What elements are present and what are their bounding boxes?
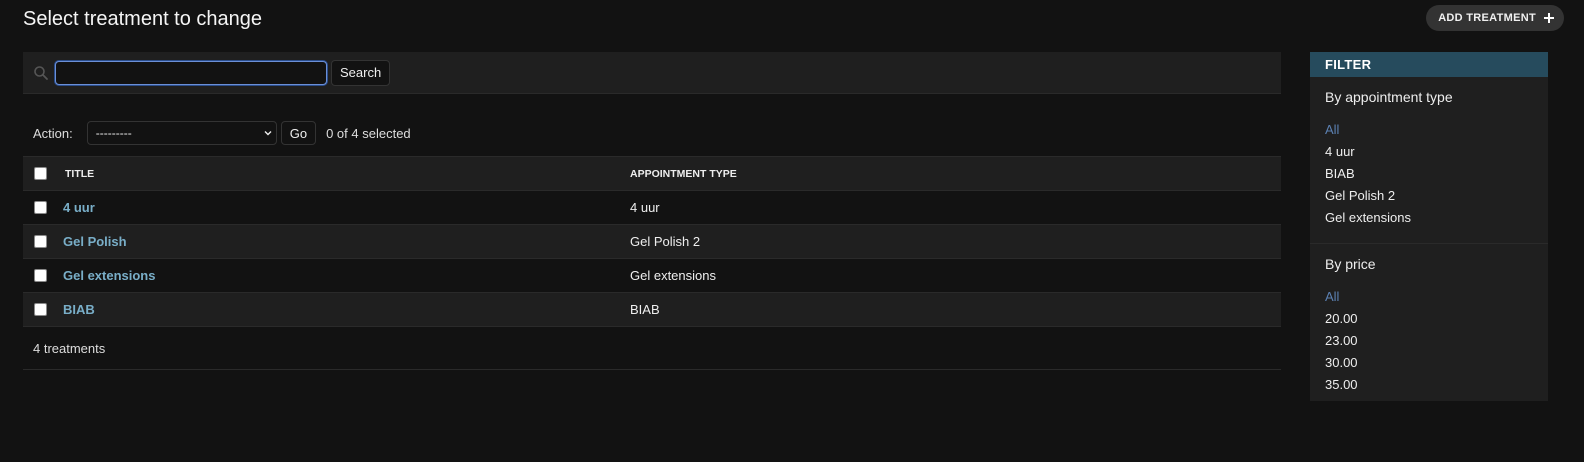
filter-section-title: By appointment type	[1325, 89, 1453, 105]
filter-option[interactable]: Gel extensions	[1325, 207, 1533, 229]
action-select-value: ---------	[95, 126, 132, 140]
plus-icon	[1544, 13, 1554, 23]
filter-section-price: By price All 20.00 23.00 30.00 35.00	[1310, 244, 1548, 410]
action-label: Action:	[33, 125, 73, 141]
table-row: Gel extensions Gel extensions	[23, 258, 1281, 293]
filter-option[interactable]: BIAB	[1325, 163, 1533, 185]
column-header-appointment-type[interactable]: APPOINTMENT TYPE	[630, 156, 1281, 191]
add-treatment-button[interactable]: ADD TREATMENT	[1426, 5, 1564, 31]
row-checkbox[interactable]	[34, 303, 47, 316]
go-button[interactable]: Go	[280, 121, 317, 145]
row-checkbox[interactable]	[34, 269, 47, 282]
add-treatment-label: ADD TREATMENT	[1438, 12, 1536, 24]
column-header-title[interactable]: TITLE	[63, 156, 630, 191]
filter-option[interactable]: 30.00	[1325, 352, 1533, 374]
appointment-type-cell: Gel extensions	[630, 258, 1281, 293]
changelist: Search Action: --------- Go 0 of 4 selec…	[23, 52, 1281, 370]
treatment-title-link[interactable]: Gel extensions	[63, 268, 155, 283]
filter-option[interactable]: All	[1325, 286, 1533, 308]
result-count: 4 treatments	[33, 340, 106, 356]
table-header-row: TITLE APPOINTMENT TYPE	[23, 156, 1281, 191]
row-checkbox[interactable]	[34, 201, 47, 214]
page-title: Select treatment to change	[23, 8, 263, 30]
selected-count: 0 of 4 selected	[326, 125, 411, 141]
row-checkbox[interactable]	[34, 235, 47, 248]
select-all-checkbox[interactable]	[34, 167, 47, 180]
results-table: TITLE APPOINTMENT TYPE 4 uur 4 uur Gel P…	[23, 156, 1281, 327]
filter-option[interactable]: All	[1325, 119, 1533, 141]
actions-bar: Action: --------- Go 0 of 4 selected	[23, 120, 1281, 146]
paginator: 4 treatments	[23, 327, 1281, 370]
filter-option[interactable]: 20.00	[1325, 308, 1533, 330]
filter-section-appointment-type: By appointment type All 4 uur BIAB Gel P…	[1310, 77, 1548, 244]
search-toolbar: Search	[23, 52, 1281, 94]
filter-section-title: By price	[1325, 256, 1376, 272]
filter-option[interactable]: Gel Polish 2	[1325, 185, 1533, 207]
treatment-title-link[interactable]: Gel Polish	[63, 234, 127, 249]
table-row: BIAB BIAB	[23, 292, 1281, 327]
appointment-type-cell: Gel Polish 2	[630, 224, 1281, 259]
search-button[interactable]: Search	[331, 59, 391, 86]
filter-option[interactable]: 4 uur	[1325, 141, 1533, 163]
appointment-type-cell: BIAB	[630, 292, 1281, 327]
action-select[interactable]: ---------	[86, 121, 277, 145]
search-input[interactable]	[55, 60, 327, 85]
table-row: 4 uur 4 uur	[23, 190, 1281, 225]
search-icon	[33, 65, 49, 81]
appointment-type-cell: 4 uur	[630, 190, 1281, 225]
filter-option[interactable]: 23.00	[1325, 330, 1533, 352]
select-all-cell	[23, 156, 63, 191]
chevron-down-icon	[264, 129, 272, 137]
filter-heading: FILTER	[1310, 52, 1548, 77]
treatment-title-link[interactable]: BIAB	[63, 302, 95, 317]
treatment-title-link[interactable]: 4 uur	[63, 200, 95, 215]
filter-panel: FILTER By appointment type All 4 uur BIA…	[1310, 52, 1548, 401]
filter-option[interactable]: 35.00	[1325, 374, 1533, 396]
table-row: Gel Polish Gel Polish 2	[23, 224, 1281, 259]
